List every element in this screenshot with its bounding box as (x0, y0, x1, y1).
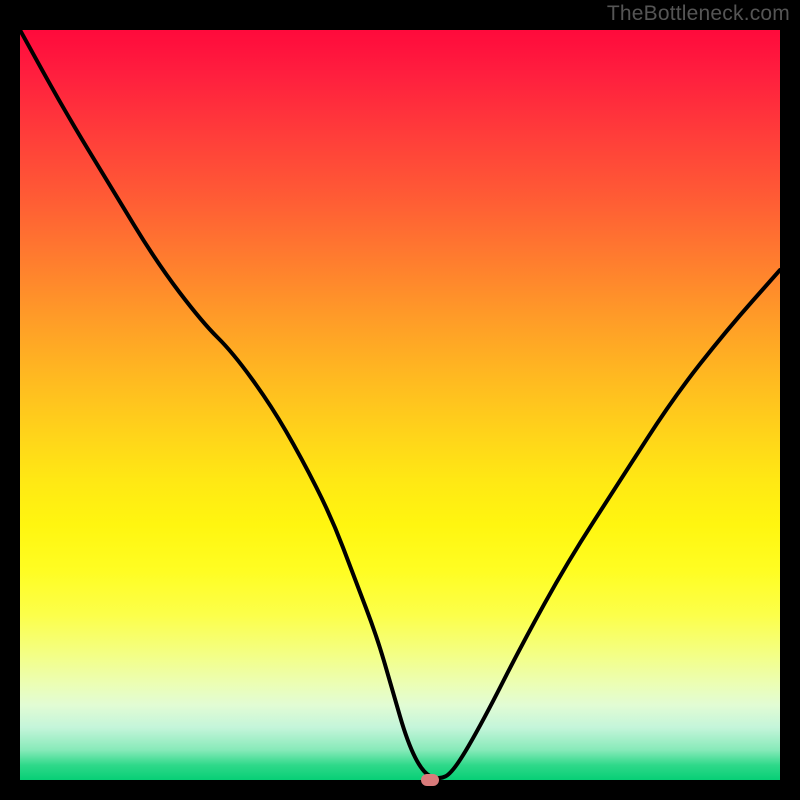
optimal-point-marker (421, 774, 439, 786)
watermark-text: TheBottleneck.com (607, 2, 790, 26)
bottleneck-curve (20, 30, 780, 780)
chart-frame: TheBottleneck.com (0, 0, 800, 800)
